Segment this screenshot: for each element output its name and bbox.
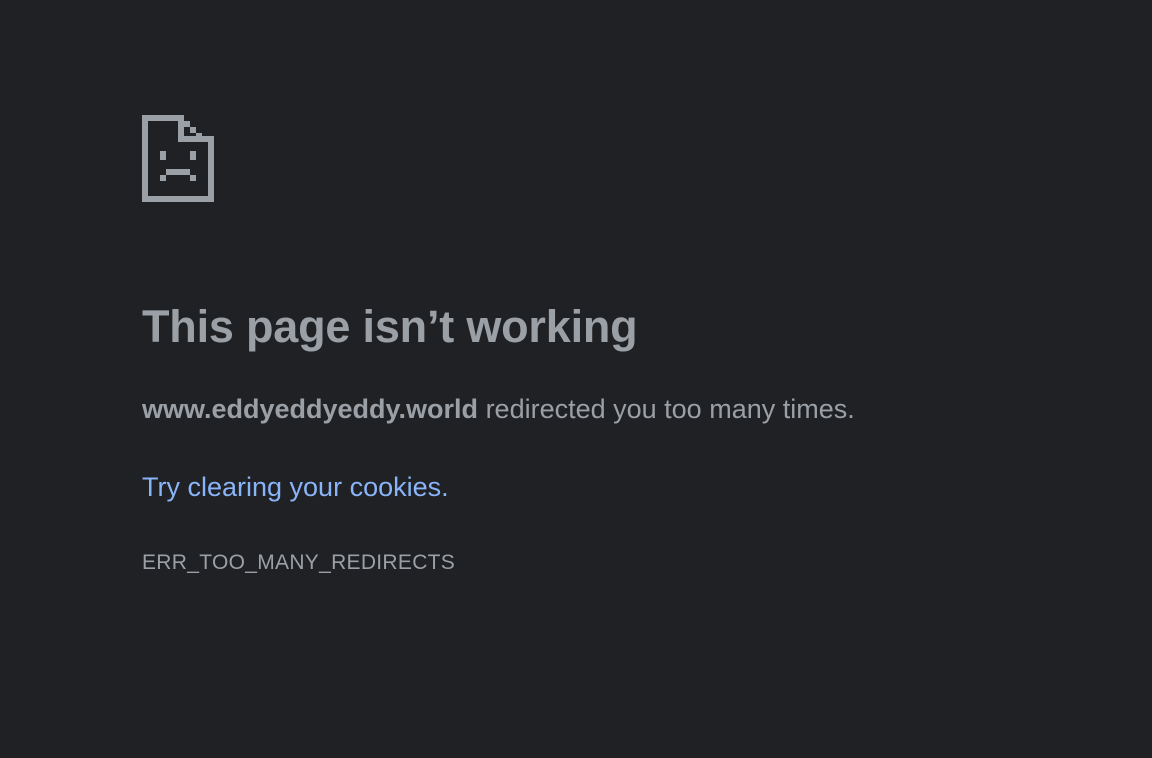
error-title: This page isn’t working bbox=[142, 301, 638, 352]
suggestion-period: . bbox=[441, 472, 449, 502]
sad-page-icon bbox=[142, 115, 214, 202]
error-page: This page isn’t working www.eddyeddyeddy… bbox=[142, 115, 1102, 574]
suggestion: Try clearing your cookies. bbox=[142, 470, 449, 504]
error-host: www.eddyeddyeddy.world bbox=[142, 394, 479, 424]
clear-cookies-link[interactable]: Try clearing your cookies bbox=[142, 472, 441, 502]
error-message: www.eddyeddyeddy.world redirected you to… bbox=[142, 392, 855, 426]
error-code: ERR_TOO_MANY_REDIRECTS bbox=[142, 551, 456, 574]
error-message-text: redirected you too many times. bbox=[478, 394, 855, 424]
